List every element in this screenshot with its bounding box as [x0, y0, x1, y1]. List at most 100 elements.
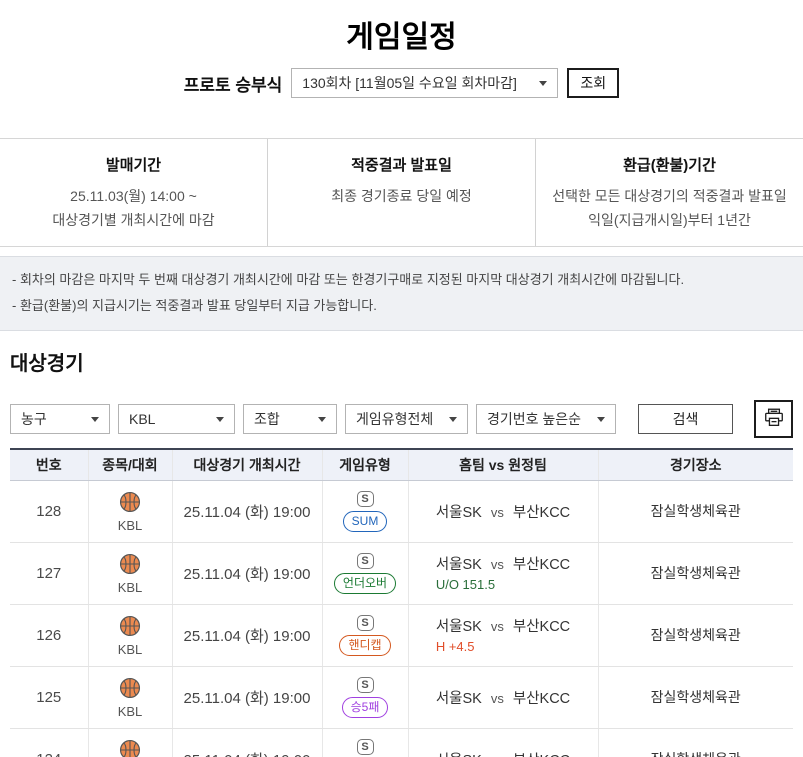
target-games-heading: 대상경기	[10, 347, 803, 376]
info-panel-line: 선택한 모든 대상경기의 적중결과 발표일	[544, 184, 795, 208]
game-type-badge: SUM	[343, 511, 388, 532]
venue: 잠실학생체육관	[598, 728, 793, 757]
inquiry-button[interactable]: 조회	[567, 68, 619, 98]
printer-icon	[764, 408, 784, 430]
search-button[interactable]: 검색	[638, 404, 733, 434]
header-teams: 홈팀 vs 원정팀	[408, 449, 598, 480]
notice-line: - 회차의 마감은 마지막 두 번째 대상경기 개최시간에 마감 또는 한경기구…	[12, 267, 791, 293]
sort-order-select[interactable]: 경기번호 높은순	[476, 404, 616, 434]
print-button[interactable]	[754, 400, 793, 438]
single-s-mark-icon: S	[357, 553, 374, 569]
home-team: 서울SK	[436, 557, 482, 573]
venue: 잠실학생체육관	[598, 666, 793, 728]
info-panel-line: 대상경기별 개최시간에 마감	[8, 208, 259, 232]
game-number: 126	[10, 604, 88, 666]
header-number: 번호	[10, 449, 88, 480]
table-row: 125 KBL 25.11.04 (화) 19:00 S 승5패	[10, 666, 793, 728]
game-time: 25.11.04 (화) 19:00	[172, 666, 322, 728]
round-selector-bar: 프로토 승부식 130회차 [11월05일 수요일 회차마감] 조회	[0, 68, 803, 98]
table-row: 126 KBL 25.11.04 (화) 19:00 S 핸디캡	[10, 604, 793, 666]
league-label: KBL	[118, 519, 143, 532]
sort-order-value: 경기번호 높은순	[487, 409, 581, 429]
info-panel-line: 최종 경기종료 당일 예정	[276, 184, 527, 208]
notice-line: - 환급(환불)의 지급시기는 적중결과 발표 당일부터 지급 가능합니다.	[12, 293, 791, 319]
vs-label: vs	[491, 619, 504, 634]
venue: 잠실학생체육관	[598, 604, 793, 666]
basketball-icon	[119, 739, 141, 757]
vs-label: vs	[491, 691, 504, 706]
page-title: 게임일정	[0, 0, 803, 56]
game-time: 25.11.04 (화) 19:00	[172, 604, 322, 666]
chevron-down-icon	[216, 417, 224, 422]
header-game-type: 게임유형	[322, 449, 408, 480]
game-number: 127	[10, 542, 88, 604]
info-panel-sale-period: 발매기간 25.11.03(월) 14:00 ~ 대상경기별 개최시간에 마감	[0, 139, 267, 246]
info-panel-title: 발매기간	[8, 154, 259, 175]
handicap-value: U/O 151.5	[436, 577, 570, 592]
venue: 잠실학생체육관	[598, 542, 793, 604]
game-number: 128	[10, 480, 88, 542]
sport-filter-select[interactable]: 농구	[10, 404, 110, 434]
game-time: 25.11.04 (화) 19:00	[172, 728, 322, 757]
single-s-mark-icon: S	[357, 491, 374, 507]
filter-bar: 농구 KBL 조합 게임유형전체 경기번호 높은순 검색	[10, 400, 793, 438]
game-type-badge: 핸디캡	[339, 635, 390, 656]
league-label: KBL	[118, 705, 143, 718]
basketball-icon	[119, 491, 141, 517]
chevron-down-icon	[449, 417, 457, 422]
table-row: 124 KBL 25.11.04 (화) 19:00 S 일반	[10, 728, 793, 757]
info-panel-line: 익일(지급개시일)부터 1년간	[544, 208, 795, 232]
game-number: 124	[10, 728, 88, 757]
info-panel-title: 적중결과 발표일	[276, 154, 527, 175]
table-row: 127 KBL 25.11.04 (화) 19:00 S 언더오버	[10, 542, 793, 604]
game-number: 125	[10, 666, 88, 728]
chevron-down-icon	[539, 81, 547, 86]
combination-filter-value: 조합	[254, 409, 280, 429]
home-team: 서울SK	[436, 691, 482, 707]
table-row: 128 KBL 25.11.04 (화) 19:00 S SUM	[10, 480, 793, 542]
home-team: 서울SK	[436, 753, 482, 757]
handicap-value: H +4.5	[436, 639, 570, 654]
header-time: 대상경기 개최시간	[172, 449, 322, 480]
vs-label: vs	[491, 505, 504, 520]
game-type-filter-select[interactable]: 게임유형전체	[345, 404, 468, 434]
game-type-badge: 승5패	[342, 697, 389, 718]
info-panel-line: 25.11.03(월) 14:00 ~	[8, 184, 259, 208]
league-filter-value: KBL	[129, 411, 155, 427]
chevron-down-icon	[318, 417, 326, 422]
league-label: KBL	[118, 581, 143, 594]
basketball-icon	[119, 615, 141, 641]
header-venue: 경기장소	[598, 449, 793, 480]
game-type-badge: 언더오버	[334, 573, 396, 594]
away-team: 부산KCC	[513, 753, 570, 757]
game-time: 25.11.04 (화) 19:00	[172, 542, 322, 604]
league-filter-select[interactable]: KBL	[118, 404, 235, 434]
info-strip: 발매기간 25.11.03(월) 14:00 ~ 대상경기별 개최시간에 마감 …	[0, 138, 803, 247]
combination-filter-select[interactable]: 조합	[243, 404, 337, 434]
info-panel-result-date: 적중결과 발표일 최종 경기종료 당일 예정	[267, 139, 535, 246]
game-type-filter-value: 게임유형전체	[356, 409, 433, 429]
vs-label: vs	[491, 557, 504, 572]
info-panel-title: 환급(환불)기간	[544, 154, 795, 175]
away-team: 부산KCC	[513, 691, 570, 707]
basketball-icon	[119, 677, 141, 703]
round-selector-label: 프로토 승부식	[184, 71, 283, 96]
league-label: KBL	[118, 643, 143, 656]
vs-label: vs	[491, 753, 504, 757]
chevron-down-icon	[91, 417, 99, 422]
away-team: 부산KCC	[513, 557, 570, 573]
venue: 잠실학생체육관	[598, 480, 793, 542]
sport-filter-value: 농구	[21, 409, 47, 429]
home-team: 서울SK	[436, 619, 482, 635]
single-s-mark-icon: S	[357, 677, 374, 693]
game-time: 25.11.04 (화) 19:00	[172, 480, 322, 542]
single-s-mark-icon: S	[357, 739, 374, 755]
round-select[interactable]: 130회차 [11월05일 수요일 회차마감]	[291, 68, 558, 98]
single-s-mark-icon: S	[357, 615, 374, 631]
away-team: 부산KCC	[513, 505, 570, 521]
away-team: 부산KCC	[513, 619, 570, 635]
chevron-down-icon	[597, 417, 605, 422]
games-table: 번호 종목/대회 대상경기 개최시간 게임유형 홈팀 vs 원정팀 경기장소 1…	[10, 448, 793, 757]
basketball-icon	[119, 553, 141, 579]
home-team: 서울SK	[436, 505, 482, 521]
